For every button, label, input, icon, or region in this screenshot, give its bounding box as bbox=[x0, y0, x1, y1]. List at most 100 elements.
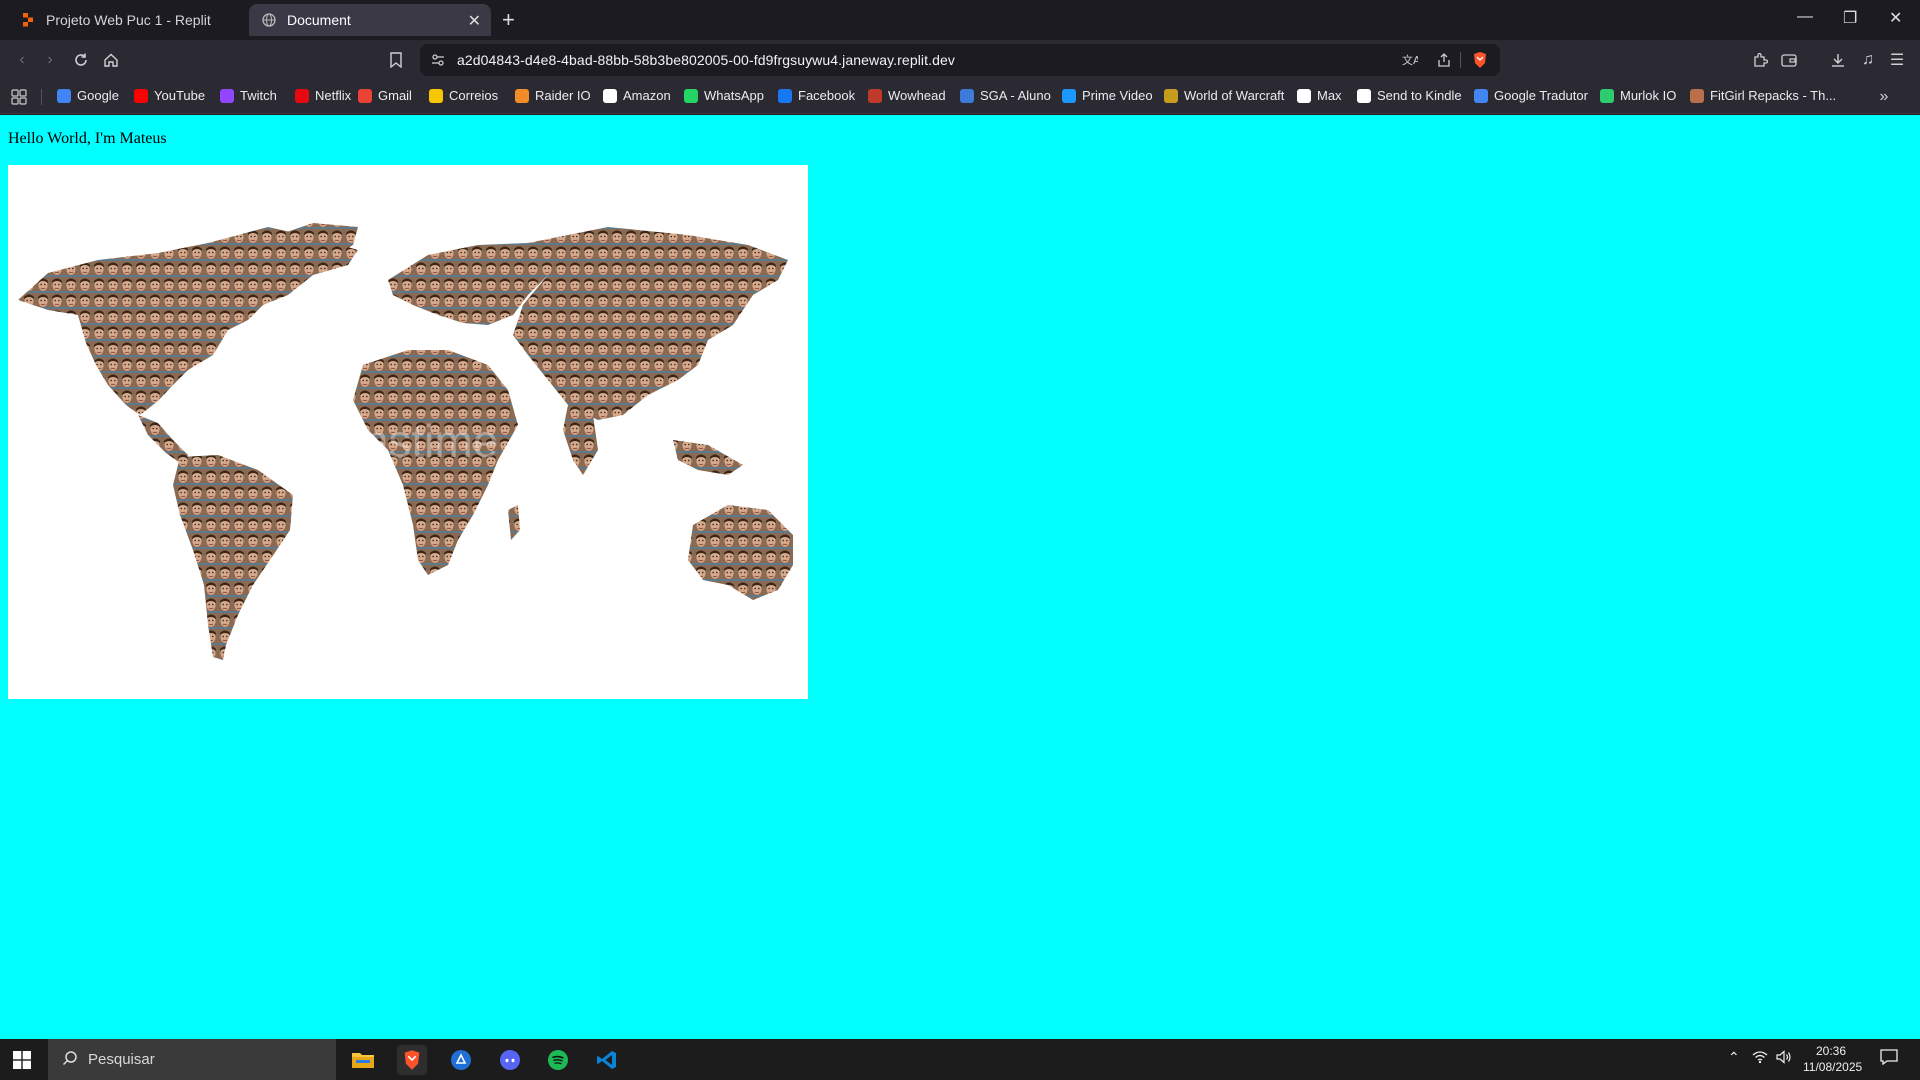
bookmark-favicon-icon bbox=[57, 88, 71, 103]
tab-strip: Projeto Web Puc 1 - Replit Document ✕ + … bbox=[0, 0, 1920, 40]
bookmark-favicon-icon bbox=[134, 88, 148, 103]
more-bookmarks-icon[interactable]: » bbox=[1874, 87, 1894, 107]
bookmark-label: Prime Video bbox=[1082, 88, 1153, 103]
clock-time: 20:36 bbox=[1815, 1044, 1847, 1058]
bookmark-label: Google bbox=[77, 88, 119, 103]
menu-icon[interactable]: ☰ bbox=[1887, 50, 1907, 70]
globe-icon bbox=[261, 12, 277, 28]
apps-grid-icon[interactable] bbox=[9, 87, 29, 107]
bookmark-label: Wowhead bbox=[888, 88, 946, 103]
search-placeholder: Pesquisar bbox=[88, 1051, 155, 1068]
close-tab-icon[interactable]: ✕ bbox=[468, 11, 481, 31]
volume-icon[interactable] bbox=[1776, 1050, 1792, 1067]
bookmark-prime-video[interactable]: Prime Video bbox=[1062, 88, 1153, 103]
wallet-icon[interactable] bbox=[1779, 50, 1799, 70]
bookmark-favicon-icon bbox=[1474, 88, 1488, 103]
bookmark-whatsapp[interactable]: WhatsApp bbox=[684, 88, 764, 103]
clock[interactable]: 20:36 11/08/2025 bbox=[1803, 1043, 1863, 1075]
bookmark-favicon-icon bbox=[684, 88, 698, 103]
bookmark-wowhead[interactable]: Wowhead bbox=[868, 88, 946, 103]
world-map-faces-image: dreamstime bbox=[8, 165, 808, 699]
navigation-toolbar: ‹ › a2d04843-d4e8-4bad-88bb-58b3be802005… bbox=[0, 40, 1920, 80]
share-icon[interactable] bbox=[1434, 50, 1454, 70]
show-hidden-icons-icon[interactable]: ⌃ bbox=[1728, 1049, 1740, 1066]
bookmark-favicon-icon bbox=[220, 88, 234, 103]
bookmark-favicon-icon bbox=[778, 88, 792, 103]
tab-title: Document bbox=[287, 12, 351, 28]
bookmark-send-to-kindle[interactable]: Send to Kindle bbox=[1357, 88, 1462, 103]
url-text[interactable]: a2d04843-d4e8-4bad-88bb-58b3be802005-00-… bbox=[457, 52, 955, 68]
minimize-icon[interactable]: — bbox=[1797, 8, 1813, 26]
bookmark-label: Amazon bbox=[623, 88, 671, 103]
bookmarks-bar: Google YouTube Twitch Netflix Gmail Correios R… bbox=[0, 80, 1920, 114]
bookmark-raider-io[interactable]: Raider IO bbox=[515, 88, 591, 103]
address-bar[interactable]: a2d04843-d4e8-4bad-88bb-58b3be802005-00-… bbox=[420, 44, 1500, 76]
bookmark-world-of-warcraft[interactable]: World of Warcraft bbox=[1164, 88, 1284, 103]
site-settings-icon[interactable] bbox=[428, 50, 448, 70]
page-content: Hello World, I'm Mateus dreamstime bbox=[0, 115, 1920, 1039]
brave-browser-icon[interactable] bbox=[397, 1045, 427, 1075]
bookmark-label: SGA - Aluno bbox=[980, 88, 1051, 103]
media-icon[interactable]: ♫ bbox=[1858, 50, 1878, 70]
downloads-icon[interactable] bbox=[1828, 50, 1848, 70]
home-icon[interactable] bbox=[101, 50, 121, 70]
back-icon[interactable]: ‹ bbox=[12, 50, 32, 70]
bookmark-favicon-icon bbox=[358, 88, 372, 103]
discord-icon[interactable] bbox=[495, 1045, 525, 1075]
tab-title: Projeto Web Puc 1 - Replit bbox=[46, 12, 211, 28]
tab-replit[interactable]: Projeto Web Puc 1 - Replit bbox=[8, 4, 248, 36]
close-window-icon[interactable]: ✕ bbox=[1889, 8, 1902, 28]
bookmark-label: World of Warcraft bbox=[1184, 88, 1285, 103]
bookmark-label: Correios bbox=[449, 88, 499, 103]
bookmark-fitgirl-repacks-th[interactable]: FitGirl Repacks - Th... bbox=[1690, 88, 1836, 103]
bookmark-label: Gmail bbox=[378, 88, 412, 103]
bookmark-label: Facebook bbox=[798, 88, 856, 103]
taskbar-search[interactable]: Pesquisar bbox=[48, 1039, 336, 1080]
bookmark-label: WhatsApp bbox=[704, 88, 764, 103]
search-icon bbox=[62, 1050, 78, 1070]
bookmark-twitch[interactable]: Twitch bbox=[220, 88, 277, 103]
spotify-icon[interactable] bbox=[543, 1045, 573, 1075]
translate-icon[interactable]: 文A bbox=[1400, 50, 1420, 70]
bookmark-youtube[interactable]: YouTube bbox=[134, 88, 205, 103]
tab-document[interactable]: Document ✕ bbox=[249, 4, 491, 36]
windows-start-icon[interactable] bbox=[12, 1050, 32, 1070]
bookmark-favicon-icon bbox=[603, 88, 617, 103]
page-heading: Hello World, I'm Mateus bbox=[8, 130, 167, 147]
bookmark-favicon-icon bbox=[1690, 88, 1704, 103]
extensions-icon[interactable] bbox=[1750, 50, 1770, 70]
bookmark-favicon-icon bbox=[295, 88, 309, 103]
brave-shields-icon[interactable] bbox=[1470, 50, 1490, 70]
forward-icon[interactable]: › bbox=[40, 50, 60, 70]
bookmark-netflix[interactable]: Netflix bbox=[295, 88, 351, 103]
bookmark-favicon-icon bbox=[1164, 88, 1178, 103]
network-icon[interactable] bbox=[1752, 1050, 1768, 1067]
bookmark-gmail[interactable]: Gmail bbox=[358, 88, 412, 103]
file-explorer-icon[interactable] bbox=[348, 1045, 378, 1075]
bookmark-label: Raider IO bbox=[535, 88, 591, 103]
bookmark-max[interactable]: Max bbox=[1297, 88, 1342, 103]
bookmark-label: Twitch bbox=[240, 88, 277, 103]
notifications-icon[interactable] bbox=[1880, 1049, 1898, 1068]
bookmark-google-tradutor[interactable]: Google Tradutor bbox=[1474, 88, 1588, 103]
bookmark-correios[interactable]: Correios bbox=[429, 88, 498, 103]
bookmark-icon[interactable] bbox=[386, 50, 406, 70]
bookmark-facebook[interactable]: Facebook bbox=[778, 88, 855, 103]
bookmark-favicon-icon bbox=[960, 88, 974, 103]
clock-date: 11/08/2025 bbox=[1803, 1060, 1863, 1074]
divider bbox=[41, 89, 42, 105]
vscode-icon[interactable] bbox=[592, 1045, 622, 1075]
reload-icon[interactable] bbox=[71, 50, 91, 70]
new-tab-button[interactable]: + bbox=[502, 7, 515, 33]
app-icon[interactable] bbox=[446, 1045, 476, 1075]
bookmark-label: Google Tradutor bbox=[1494, 88, 1588, 103]
bookmark-sga-aluno[interactable]: SGA - Aluno bbox=[960, 88, 1051, 103]
bookmark-favicon-icon bbox=[1600, 88, 1614, 103]
restore-icon[interactable]: ❐ bbox=[1843, 8, 1857, 28]
bookmark-label: Max bbox=[1317, 88, 1342, 103]
bookmark-murlok-io[interactable]: Murlok IO bbox=[1600, 88, 1676, 103]
bookmark-google[interactable]: Google bbox=[57, 88, 119, 103]
bookmark-favicon-icon bbox=[515, 88, 529, 103]
bookmark-label: Netflix bbox=[315, 88, 352, 103]
bookmark-amazon[interactable]: Amazon bbox=[603, 88, 671, 103]
